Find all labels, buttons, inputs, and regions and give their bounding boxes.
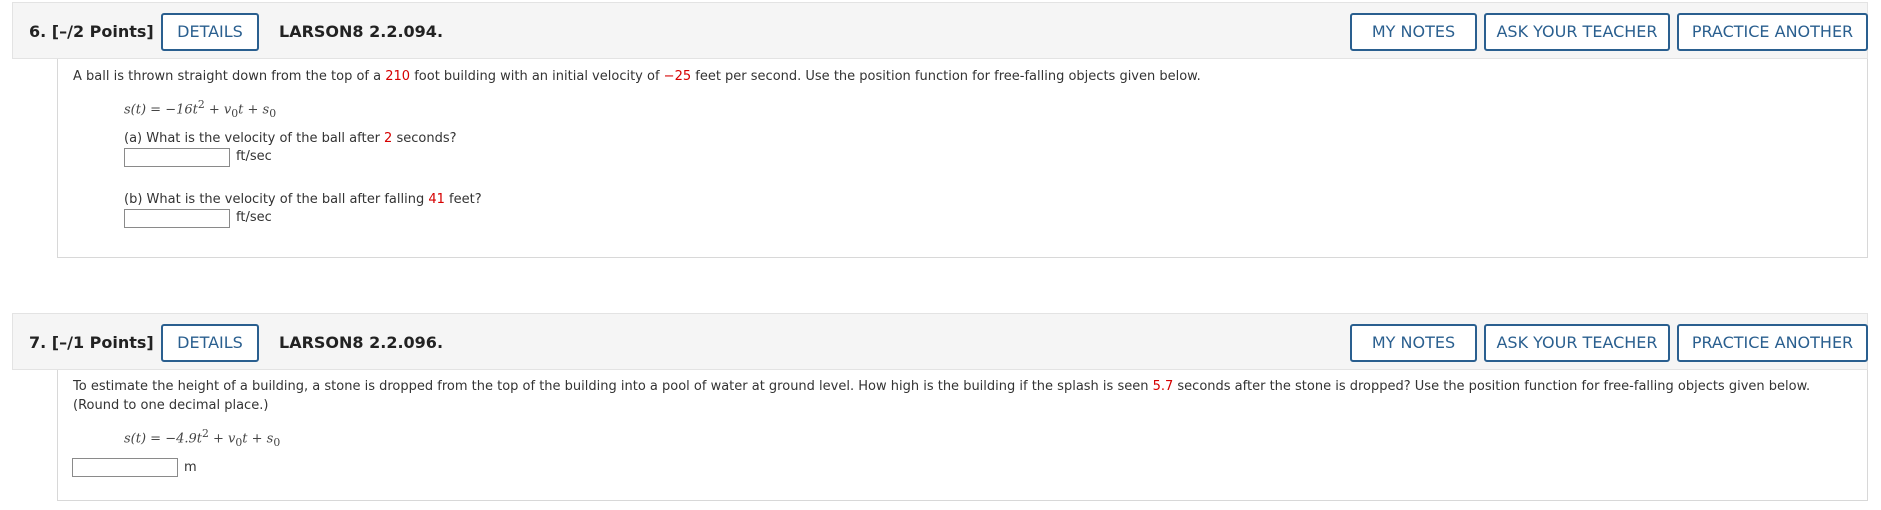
part-b-text-start: (b) What is the velocity of the ball aft…: [124, 192, 429, 207]
question-7-header: 7. [–/1 Points] DETAILS LARSON8 2.2.096.…: [12, 313, 1868, 370]
formula-exponent: 2: [197, 98, 205, 111]
part-b-unit: ft/sec: [236, 210, 272, 225]
position-function-formula: s(t) = −4.9t2 + v0t + s0: [124, 427, 280, 449]
details-button[interactable]: DETAILS: [161, 324, 259, 362]
formula-velocity-term: + v: [204, 102, 232, 118]
practice-another-button[interactable]: PRACTICE ANOTHER: [1677, 324, 1868, 362]
question-6-body: A ball is thrown straight down from the …: [57, 59, 1868, 258]
formula-position-term: t + s: [238, 102, 270, 118]
formula-lhs: s(t) = −16t: [124, 102, 198, 118]
part-b-text-end: feet?: [444, 192, 482, 207]
question-7-text-end: seconds after the stone is dropped? Use …: [1173, 379, 1811, 394]
formula-velocity-term: + v: [208, 431, 236, 447]
my-notes-button[interactable]: MY NOTES: [1350, 13, 1477, 51]
details-button[interactable]: DETAILS: [161, 13, 259, 51]
question-7-text-start: To estimate the height of a building, a …: [73, 379, 1153, 394]
formula-position-term: t + s: [242, 431, 274, 447]
question-7-code: LARSON8 2.2.096.: [279, 333, 444, 352]
ask-teacher-button[interactable]: ASK YOUR TEACHER: [1484, 324, 1670, 362]
my-notes-button[interactable]: MY NOTES: [1350, 324, 1477, 362]
splash-time-value: 5.7: [1152, 379, 1174, 394]
part-a-prompt: (a) What is the velocity of the ball aft…: [124, 129, 457, 148]
part-b-prompt: (b) What is the velocity of the ball aft…: [124, 190, 482, 209]
question-7-text: To estimate the height of a building, a …: [73, 377, 1810, 396]
question-6-points: 6. [–/2 Points]: [29, 22, 154, 41]
part-b-answer-input[interactable]: [124, 209, 230, 228]
practice-another-button[interactable]: PRACTICE ANOTHER: [1677, 13, 1868, 51]
building-height-value: 210: [385, 69, 411, 84]
formula-lhs: s(t) = −4.9t: [124, 431, 202, 447]
question-6-text: A ball is thrown straight down from the …: [73, 67, 1201, 86]
part-a-text-start: (a) What is the velocity of the ball aft…: [124, 131, 385, 146]
question-6-text-start: A ball is thrown straight down from the …: [73, 69, 386, 84]
part-a-text-end: seconds?: [392, 131, 457, 146]
building-height-answer-input[interactable]: [72, 458, 178, 477]
question-6-header: 6. [–/2 Points] DETAILS LARSON8 2.2.094.…: [12, 2, 1868, 59]
ask-teacher-button[interactable]: ASK YOUR TEACHER: [1484, 13, 1670, 51]
question-7-points: 7. [–/1 Points]: [29, 333, 154, 352]
building-height-unit: m: [184, 460, 197, 475]
part-a-unit: ft/sec: [236, 149, 272, 164]
question-7-rounding-note: (Round to one decimal place.): [73, 398, 269, 413]
formula-position-subscript: 0: [269, 106, 277, 120]
formula-position-subscript: 0: [273, 435, 281, 449]
initial-velocity-value: −25: [663, 69, 692, 84]
question-7-body: To estimate the height of a building, a …: [57, 370, 1868, 501]
position-function-formula: s(t) = −16t2 + v0t + s0: [124, 98, 276, 120]
part-b-distance-value: 41: [428, 192, 445, 207]
formula-exponent: 2: [202, 427, 209, 440]
question-6-code: LARSON8 2.2.094.: [279, 22, 444, 41]
part-a-answer-input[interactable]: [124, 148, 230, 167]
question-6-text-middle: foot building with an initial velocity o…: [410, 69, 664, 84]
question-6-text-end: feet per second. Use the position functi…: [691, 69, 1201, 84]
